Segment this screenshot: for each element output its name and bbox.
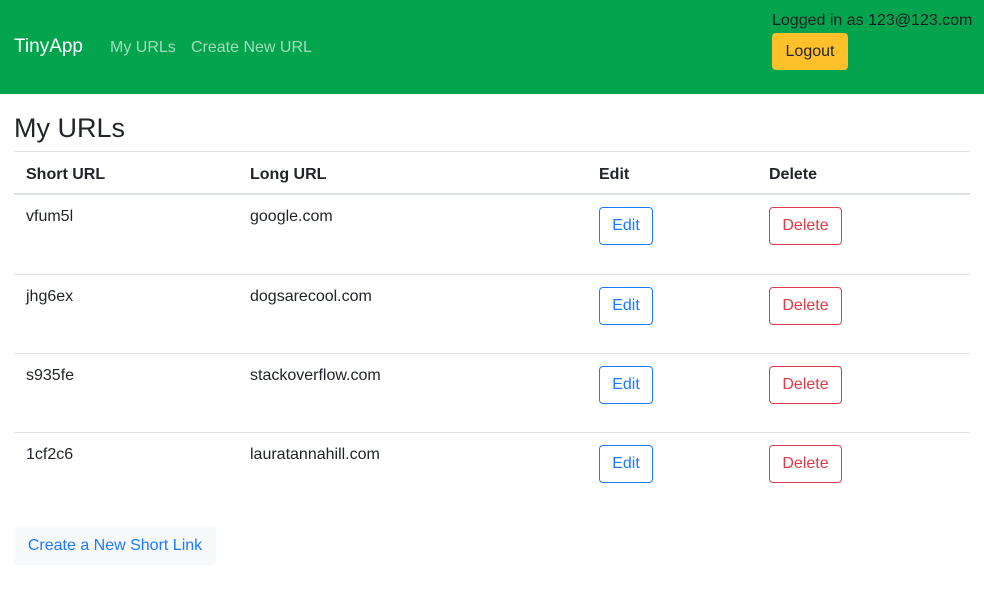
create-new-short-link-button[interactable]: Create a New Short Link xyxy=(14,527,216,565)
long-url-cell: google.com xyxy=(250,208,333,225)
column-header-short-url: Short URL xyxy=(26,166,106,183)
nav-link-my-urls[interactable]: My URLs xyxy=(110,38,176,57)
table-row: s935fe stackoverflow.com Edit Delete xyxy=(14,353,970,432)
table-row: 1cf2c6 lauratannahill.com Edit Delete xyxy=(14,432,970,511)
brand-link[interactable]: TinyApp xyxy=(14,36,83,58)
delete-button[interactable]: Delete xyxy=(769,207,842,245)
edit-button[interactable]: Edit xyxy=(599,366,653,404)
short-url-cell: s935fe xyxy=(26,367,75,384)
edit-button[interactable]: Edit xyxy=(599,287,653,325)
long-url-cell: stackoverflow.com xyxy=(250,367,381,384)
delete-button[interactable]: Delete xyxy=(769,287,842,325)
edit-button[interactable]: Edit xyxy=(599,445,653,483)
table-row: vfum5l google.com Edit Delete xyxy=(14,195,970,274)
short-url-cell: 1cf2c6 xyxy=(26,446,74,463)
urls-table: Short URL Long URL Edit Delete vfum5l go… xyxy=(14,151,970,511)
short-url-cell: vfum5l xyxy=(26,208,74,225)
delete-button[interactable]: Delete xyxy=(769,445,842,483)
column-header-long-url: Long URL xyxy=(250,166,327,183)
column-header-delete: Delete xyxy=(769,166,818,183)
page-title: My URLs xyxy=(14,113,126,143)
short-url-cell: jhg6ex xyxy=(26,288,74,305)
delete-button[interactable]: Delete xyxy=(769,366,842,404)
table-header-row: Short URL Long URL Edit Delete xyxy=(14,151,970,195)
nav-link-create-new-url[interactable]: Create New URL xyxy=(191,38,312,57)
logged-in-status: Logged in as 123@123.com xyxy=(772,12,973,29)
long-url-cell: dogsarecool.com xyxy=(250,288,372,305)
column-header-edit: Edit xyxy=(599,166,630,183)
edit-button[interactable]: Edit xyxy=(599,207,653,245)
long-url-cell: lauratannahill.com xyxy=(250,446,380,463)
table-row: jhg6ex dogsarecool.com Edit Delete xyxy=(14,274,970,353)
logout-button[interactable]: Logout xyxy=(772,33,848,70)
navbar: TinyApp My URLs Create New URL Logged in… xyxy=(0,0,984,94)
